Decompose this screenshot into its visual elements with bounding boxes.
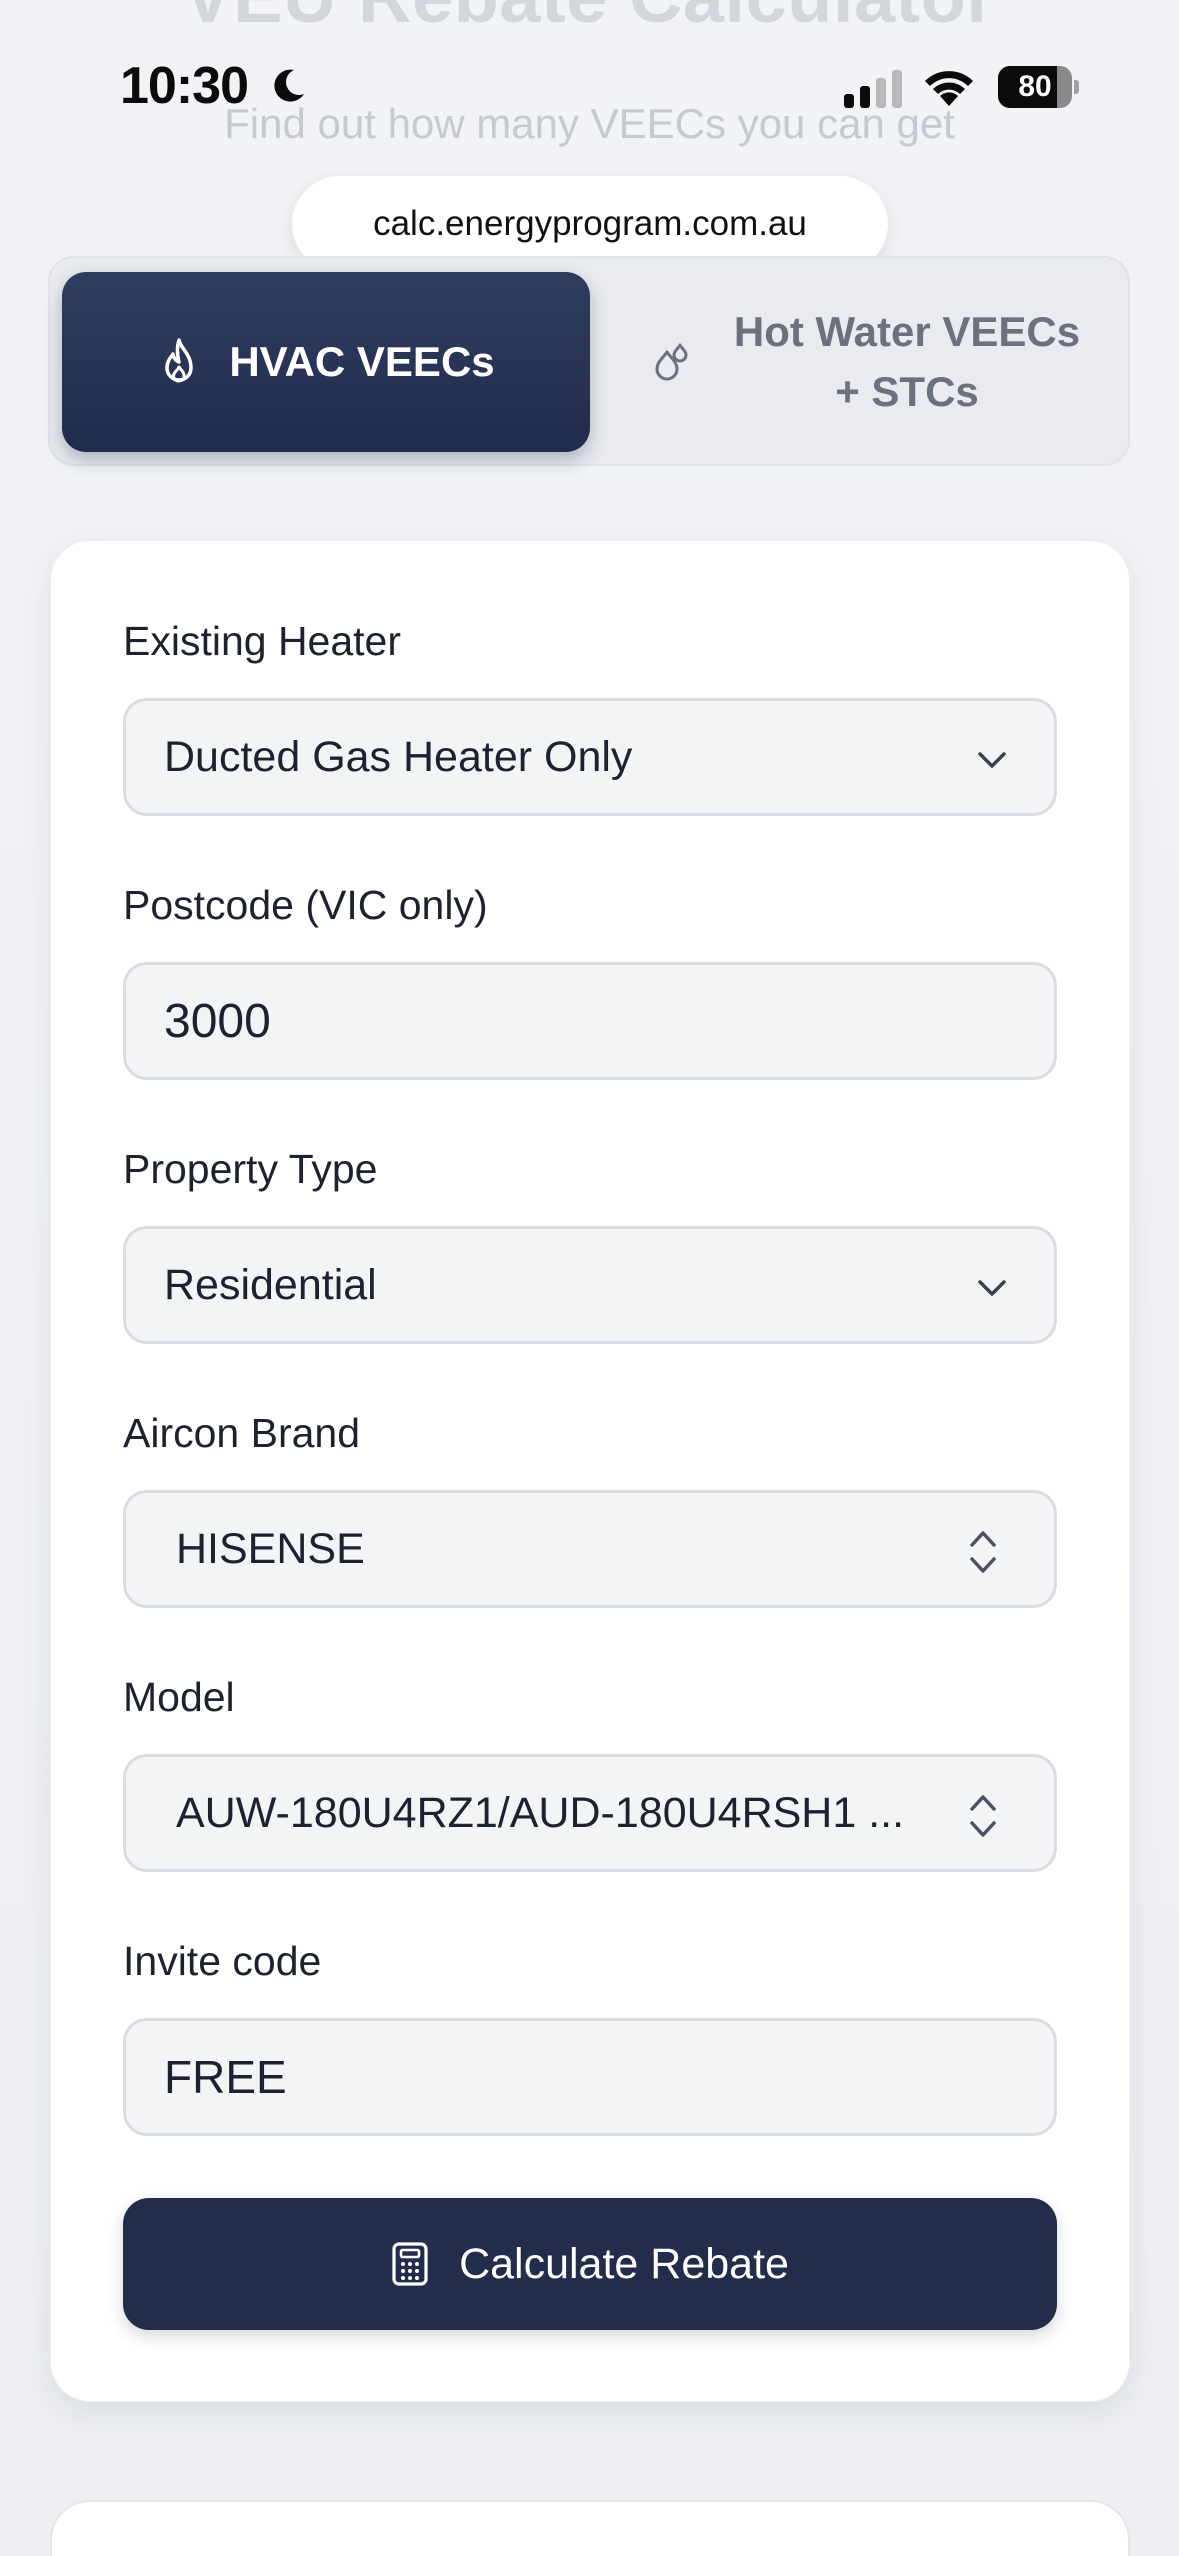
invite-code-field-wrapper [123,2018,1057,2136]
existing-heater-value: Ducted Gas Heater Only [164,732,633,781]
results-card [50,2500,1130,2556]
property-type-label: Property Type [123,1146,378,1192]
calculator-icon [392,2242,428,2286]
chevron-down-icon [978,1280,1006,1296]
postcode-input[interactable] [126,993,1054,1049]
chevron-down-icon [978,752,1006,768]
moon-icon [274,69,304,102]
calculate-rebate-label: Calculate Rebate [459,2239,789,2288]
property-type-select[interactable]: Residential [123,1226,1057,1344]
property-type-value: Residential [164,1260,377,1309]
aircon-brand-label: Aircon Brand [123,1410,361,1456]
invite-code-label: Invite code [123,1938,322,1984]
tab-hot-water-label: Hot Water VEECs + STCs [733,308,1081,415]
battery-indicator: 80 [998,66,1079,108]
water-drops-icon [655,343,688,381]
status-bar: 10:30 80 [0,0,1179,160]
battery-level: 80 [1018,70,1052,103]
model-label: Model [123,1674,235,1720]
tab-hvac-veecs[interactable]: HVAC VEECs [62,272,590,452]
model-value: AUW-180U4RZ1/AUD-180U4RSH1 ... [176,1788,905,1837]
flame-icon [165,338,194,383]
existing-heater-select[interactable]: Ducted Gas Heater Only [123,698,1057,816]
status-time: 10:30 [120,57,249,115]
chevron-up-down-icon [970,1531,996,1573]
postcode-label: Postcode (VIC only) [123,882,488,928]
battery-body: 80 [998,66,1072,108]
calculate-rebate-button[interactable]: Calculate Rebate [123,2198,1057,2330]
tab-hvac-label: HVAC VEECs [229,338,495,385]
page: VEU Rebate Calculator Find out how many … [0,0,1179,2556]
wifi-icon [925,71,973,106]
tab-hot-water-veecs-stcs[interactable]: Hot Water VEECs + STCs [620,272,1120,452]
model-select[interactable]: AUW-180U4RZ1/AUD-180U4RSH1 ... [123,1754,1057,1872]
existing-heater-label: Existing Heater [123,618,402,664]
battery-cap [1074,80,1079,94]
invite-code-input[interactable] [126,2050,1054,2104]
aircon-brand-select[interactable]: HISENSE [123,1490,1057,1608]
cellular-signal-icon [844,70,902,108]
chevron-up-down-icon [970,1795,996,1837]
postcode-field-wrapper [123,962,1057,1080]
aircon-brand-value: HISENSE [176,1524,365,1573]
